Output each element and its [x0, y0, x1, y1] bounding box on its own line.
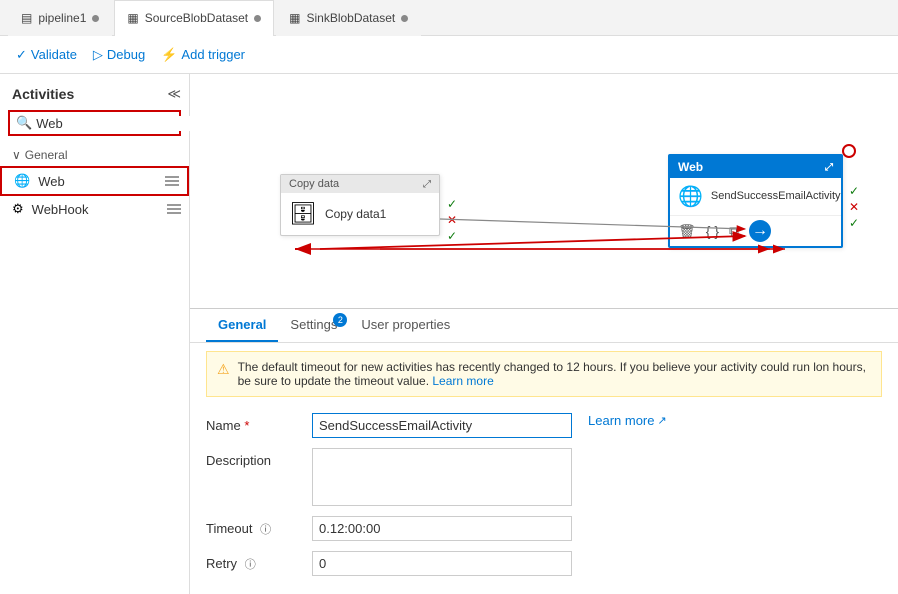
tab-label: SinkBlobDataset	[306, 11, 395, 25]
retry-info-icon[interactable]: ⓘ	[245, 559, 256, 571]
debug-icon: ▷	[93, 47, 103, 63]
retry-label: Retry ⓘ	[206, 551, 296, 572]
validate-button[interactable]: ✓ Validate	[16, 47, 77, 63]
web-failure-icon: ✕	[849, 200, 859, 214]
search-input[interactable]	[36, 116, 212, 131]
required-indicator: *	[244, 418, 249, 433]
tab-label: pipeline1	[38, 11, 86, 25]
drag-handle[interactable]	[165, 176, 179, 186]
search-icon: 🔍	[16, 115, 32, 131]
complete-check-icon: ✓	[447, 229, 457, 243]
lightning-icon: ⚡	[161, 47, 177, 63]
tab-dot	[92, 15, 99, 22]
timeout-row: Timeout ⓘ	[206, 516, 882, 541]
web-activity-box[interactable]: Web ⤢ 🌐 SendSuccessEmailActivity 🗑 { } ⧉…	[668, 154, 843, 248]
web-success-icon: ✓	[849, 184, 859, 198]
description-label: Description	[206, 448, 296, 468]
pipeline-icon: ▤	[21, 11, 32, 25]
retry-row: Retry ⓘ	[206, 551, 882, 576]
success-check-icon: ✓	[447, 197, 457, 211]
code-icon[interactable]: { }	[706, 223, 719, 239]
category-header[interactable]: ∨ General	[0, 144, 189, 166]
web-box-footer: 🗑 { } ⧉ →	[670, 215, 841, 246]
arrow-icon[interactable]: →	[749, 220, 771, 242]
tab-dot	[254, 15, 261, 22]
web-complete-icon: ✓	[849, 216, 859, 230]
tab-settings[interactable]: Settings 2	[278, 309, 349, 342]
main-layout: Activities ≪ 🔍 ∨ General 🌐 Web ⚙ WebHook	[0, 74, 898, 594]
connection-dot	[842, 144, 856, 158]
timeout-info-icon[interactable]: ⓘ	[260, 524, 271, 536]
description-input[interactable]	[312, 448, 572, 506]
tab-label: SourceBlobDataset	[145, 11, 248, 25]
warning-text: The default timeout for new activities h…	[238, 360, 871, 388]
name-label: Name *	[206, 413, 296, 433]
sidebar-title: Activities	[12, 86, 74, 102]
web-resize-icon: ⤢	[825, 162, 833, 173]
webhook-icon: ⚙	[12, 201, 24, 217]
sidebar-item-web[interactable]: 🌐 Web	[0, 166, 189, 196]
sidebar-item-webhook[interactable]: ⚙ WebHook	[0, 196, 189, 222]
copy-data-body: 🗄 Copy data1	[281, 193, 439, 235]
add-trigger-button[interactable]: ⚡ Add trigger	[161, 47, 245, 63]
tab-source[interactable]: ▦ SourceBlobDataset	[114, 0, 274, 36]
warning-learn-more-link[interactable]: Learn more	[432, 374, 493, 388]
failure-x-icon: ✕	[447, 213, 457, 227]
canvas-area[interactable]: Copy data ⤢ 🗄 Copy data1 ✓ ✕ ✓ Web	[190, 74, 898, 308]
timeout-label: Timeout ⓘ	[206, 516, 296, 537]
settings-badge: 2	[333, 313, 347, 327]
toolbar: ✓ Validate ▷ Debug ⚡ Add trigger	[0, 36, 898, 74]
web-globe-icon: 🌐	[678, 184, 703, 209]
sidebar-collapse[interactable]: ≪	[167, 86, 181, 102]
collapse-icon: ≪	[167, 86, 181, 102]
retry-input[interactable]	[312, 551, 572, 576]
tab-user-properties[interactable]: User properties	[349, 309, 462, 342]
bottom-panel: General Settings 2 User properties ⚠ The…	[190, 308, 898, 594]
delete-icon[interactable]: 🗑	[678, 223, 696, 240]
drag-handle-webhook[interactable]	[167, 204, 181, 214]
warning-bar: ⚠ The default timeout for new activities…	[206, 351, 882, 397]
sidebar: Activities ≪ 🔍 ∨ General 🌐 Web ⚙ WebHook	[0, 74, 190, 594]
chevron-down-icon: ∨	[12, 148, 21, 162]
form-area: Name * Learn more ↗ Description	[190, 405, 898, 594]
web-box-header: Web ⤢	[670, 156, 841, 178]
name-row: Name * Learn more ↗	[206, 413, 882, 438]
sink-icon: ▦	[289, 11, 300, 25]
copy-data-header: Copy data ⤢	[281, 175, 439, 193]
tab-bar: ▤ pipeline1 ▦ SourceBlobDataset ▦ SinkBl…	[0, 0, 898, 36]
source-icon: ▦	[127, 11, 138, 25]
timeout-input[interactable]	[312, 516, 572, 541]
panel-tabs: General Settings 2 User properties	[190, 309, 898, 343]
search-box[interactable]: 🔍	[8, 110, 181, 136]
web-box-body: 🌐 SendSuccessEmailActivity	[670, 178, 841, 215]
debug-button[interactable]: ▷ Debug	[93, 47, 145, 63]
tab-sink[interactable]: ▦ SinkBlobDataset	[276, 0, 421, 36]
description-row: Description	[206, 448, 882, 506]
name-input[interactable]	[312, 413, 572, 438]
validate-icon: ✓	[16, 47, 27, 63]
tab-pipeline1[interactable]: ▤ pipeline1	[8, 0, 112, 36]
copy-icon[interactable]: ⧉	[729, 223, 739, 240]
warning-icon: ⚠	[217, 361, 230, 378]
tab-general[interactable]: General	[206, 309, 278, 342]
web-activity-icon: 🌐	[14, 173, 30, 189]
sidebar-header: Activities ≪	[0, 82, 189, 110]
tab-dot	[401, 15, 408, 22]
copy-data-box[interactable]: Copy data ⤢ 🗄 Copy data1 ✓ ✕ ✓	[280, 174, 440, 236]
learn-more-link[interactable]: Learn more ↗	[588, 413, 667, 428]
copy-data-icon: 🗄	[289, 201, 317, 227]
copy-resize-icon: ⤢	[423, 179, 431, 190]
external-link-icon: ↗	[657, 414, 666, 427]
